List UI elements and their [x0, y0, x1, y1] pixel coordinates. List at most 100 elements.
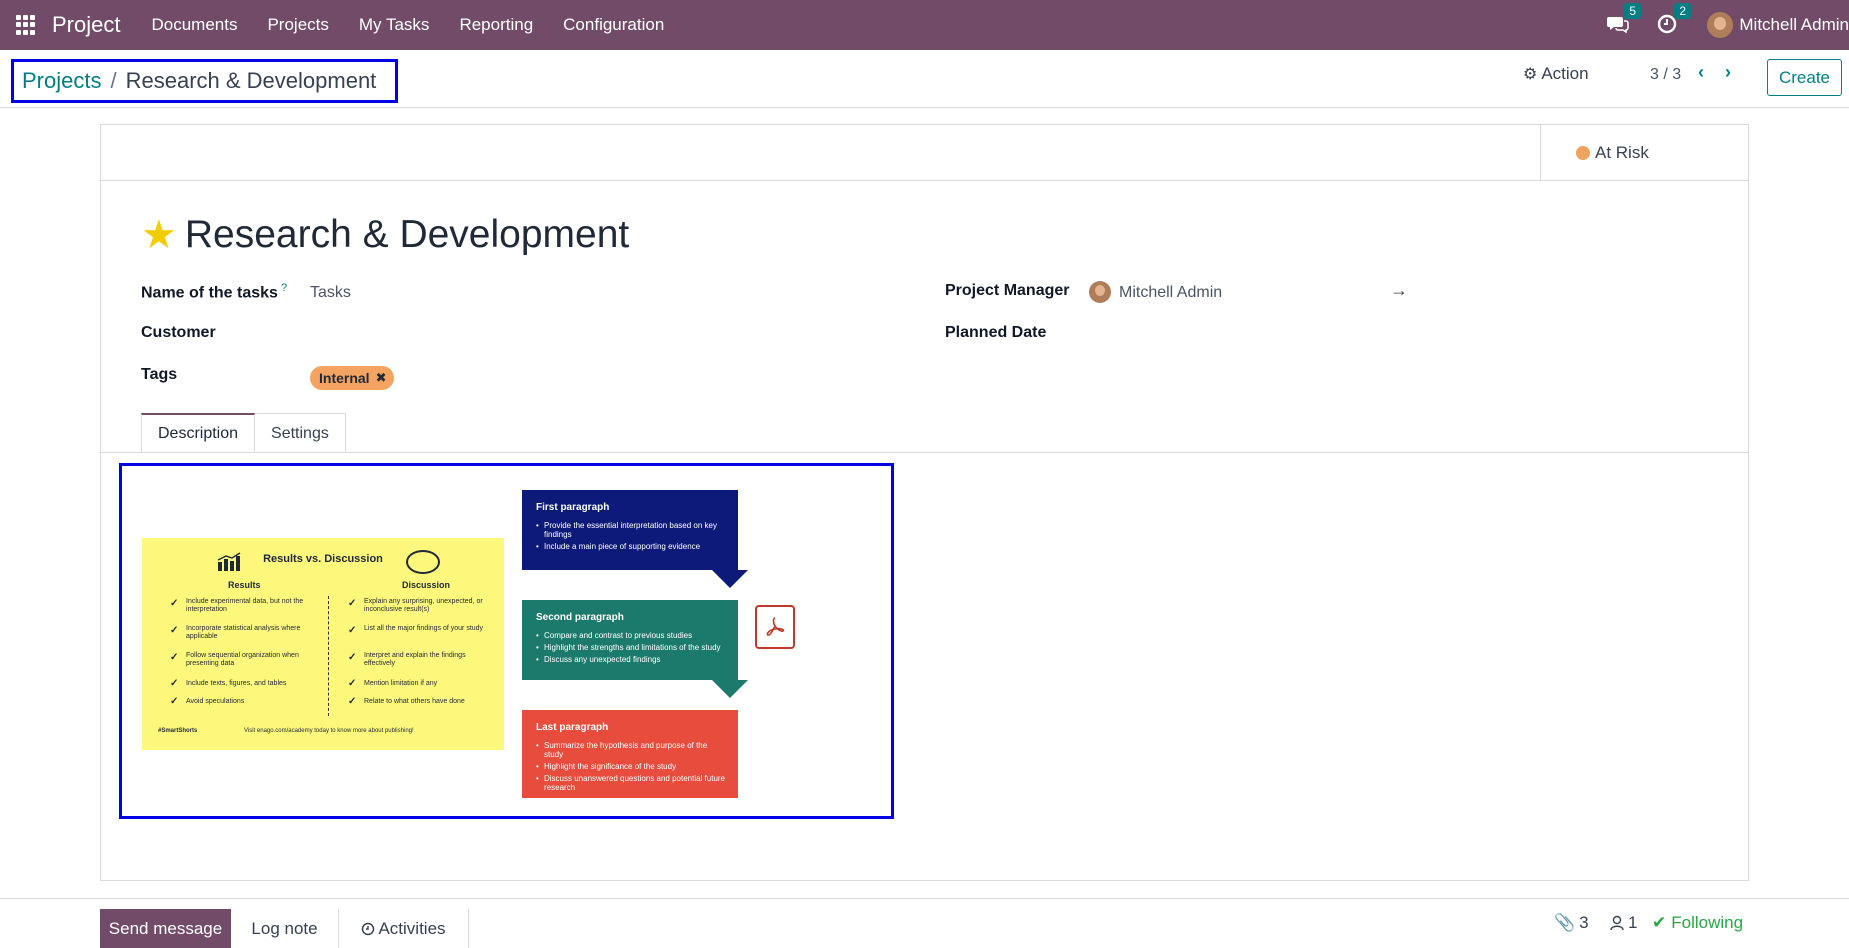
status-label: At Risk — [1595, 142, 1649, 162]
tab-description[interactable]: Description — [141, 413, 256, 453]
results-vs-discussion-infographic: Results vs. Discussion Results Discussio… — [142, 538, 504, 750]
first-paragraph-item: Include a main piece of supporting evide… — [536, 542, 728, 551]
infographic-hashtag: #SmartShorts — [158, 728, 198, 734]
results-header: Results — [228, 580, 261, 590]
pager-next-icon[interactable]: › — [1725, 62, 1731, 83]
messages-button[interactable]: 5 — [1607, 3, 1642, 36]
project-manager-field[interactable]: Mitchell Admin — [1119, 284, 1222, 302]
check-icon: ✓ — [170, 652, 179, 663]
results-item: Include texts, figures, and tables — [186, 680, 287, 687]
last-paragraph-item: Highlight the significance of the study — [536, 762, 728, 771]
pager-previous-icon[interactable]: ‹ — [1698, 62, 1704, 83]
status-selector[interactable]: At Risk — [1540, 125, 1748, 180]
last-paragraph-title: Last paragraph — [536, 722, 609, 733]
check-icon: ✓ — [170, 696, 179, 707]
action-menu-button[interactable]: ⚙ Action — [1523, 64, 1589, 84]
attachments-button[interactable]: 📎 3 — [1554, 913, 1589, 933]
check-icon: ✓ — [170, 678, 179, 689]
record-title[interactable]: Research & Development — [185, 213, 629, 257]
tags-label: Tags — [141, 366, 178, 383]
second-paragraph-item: Compare and contrast to previous studies — [536, 631, 728, 640]
favorite-star-icon[interactable]: ★ — [141, 215, 177, 255]
results-item: Follow sequential organization when pres… — [186, 652, 299, 667]
discussion-item: Explain any surprising, unexpected, or i… — [364, 598, 483, 613]
gear-icon: ⚙ — [1523, 66, 1538, 83]
followers-count: 1 — [1628, 913, 1638, 932]
check-icon: ✓ — [348, 696, 357, 707]
check-icon: ✔ — [1652, 913, 1667, 932]
control-panel: Projects / Research & Development ⚙ Acti… — [0, 50, 1849, 108]
infographic-title: Results vs. Discussion — [263, 553, 383, 565]
second-paragraph-block: Second paragraph Compare and contrast to… — [522, 600, 748, 698]
menu-reporting[interactable]: Reporting — [459, 15, 533, 35]
user-avatar — [1707, 12, 1734, 38]
notebook-tabs: Description Settings — [141, 413, 346, 453]
second-paragraph-item: Discuss any unexpected findings — [536, 655, 728, 664]
tag-remove-icon[interactable]: ✖ — [376, 370, 387, 386]
task-name-label: Name of the tasks? — [141, 282, 287, 302]
planned-date-label: Planned Date — [945, 324, 1047, 341]
down-arrow-icon — [712, 570, 748, 588]
help-tooltip-icon[interactable]: ? — [281, 282, 287, 294]
discussion-header: Discussion — [402, 580, 451, 590]
form-statusbar: At Risk — [101, 125, 1748, 181]
discussion-item: List all the major findings of your stud… — [364, 625, 484, 632]
tab-settings[interactable]: Settings — [255, 413, 346, 453]
customer-field[interactable] — [310, 324, 810, 344]
record-title-row: ★ Research & Development — [141, 213, 629, 257]
project-manager-label: Project Manager — [945, 282, 1070, 299]
menu-configuration[interactable]: Configuration — [563, 15, 664, 35]
apps-menu-icon[interactable] — [16, 15, 36, 35]
description-image[interactable]: Results vs. Discussion Results Discussio… — [119, 463, 894, 819]
task-name-field[interactable]: Tasks — [310, 284, 351, 302]
menu-my-tasks[interactable]: My Tasks — [359, 15, 430, 35]
following-label: Following — [1671, 913, 1744, 932]
activities-label: Activities — [378, 919, 446, 938]
discussion-item: Interpret and explain the findings effec… — [364, 652, 466, 667]
check-icon: ✓ — [348, 598, 357, 609]
navbar-systray: 5 2 Mitchell Admin — [1607, 0, 1849, 50]
messages-count-badge: 5 — [1624, 3, 1642, 19]
customer-label: Customer — [141, 324, 216, 341]
pdf-file-icon[interactable] — [755, 605, 795, 649]
clock-icon — [362, 922, 375, 936]
check-icon: ✓ — [170, 598, 179, 609]
check-icon: ✓ — [348, 678, 357, 689]
top-navbar: Project Documents Projects My Tasks Repo… — [0, 0, 1849, 50]
breadcrumb-projects-link[interactable]: Projects — [22, 68, 101, 94]
task-name-label-text: Name of the tasks — [141, 284, 278, 302]
first-paragraph-title: First paragraph — [536, 502, 610, 513]
discussion-item: Relate to what others have done — [364, 698, 465, 705]
attachments-count: 3 — [1579, 913, 1589, 932]
check-icon: ✓ — [348, 652, 357, 663]
following-button[interactable]: ✔ Following — [1652, 913, 1743, 933]
user-icon — [1610, 915, 1624, 931]
create-button[interactable]: Create — [1767, 59, 1842, 96]
acrobat-icon — [766, 617, 785, 636]
discussion-item: Mention limitation if any — [364, 680, 438, 687]
results-item: Include experimental data, but not the i… — [186, 598, 304, 613]
paperclip-icon: 📎 — [1554, 913, 1576, 932]
send-message-button[interactable]: Send message — [100, 909, 231, 948]
user-name: Mitchell Admin — [1739, 15, 1849, 34]
user-menu[interactable]: Mitchell Admin — [1707, 12, 1849, 38]
status-dot-icon — [1576, 145, 1590, 160]
last-paragraph-item: Discuss unanswered questions and potenti… — [536, 774, 728, 792]
column-divider — [328, 596, 329, 716]
followers-button[interactable]: 1 — [1610, 913, 1637, 933]
form-sheet: At Risk ★ Research & Development Name of… — [100, 124, 1749, 881]
tag-label: Internal — [319, 370, 370, 386]
menu-projects[interactable]: Projects — [267, 15, 328, 35]
activities-button-chatter[interactable]: Activities — [339, 909, 469, 948]
activities-button[interactable]: 2 — [1657, 3, 1692, 36]
infographic-footer-note: Visit enago.com/academy today to know mo… — [244, 728, 414, 734]
last-paragraph-block: Last paragraph Summarize the hypothesis … — [522, 710, 738, 798]
pager-value[interactable]: 3 / 3 — [1650, 66, 1681, 84]
manager-avatar — [1089, 281, 1111, 303]
check-icon: ✓ — [170, 625, 179, 636]
log-note-button[interactable]: Log note — [231, 909, 339, 948]
first-paragraph-item: Provide the essential interpretation bas… — [536, 521, 728, 539]
second-paragraph-title: Second paragraph — [536, 612, 624, 623]
menu-documents[interactable]: Documents — [151, 15, 237, 35]
app-brand[interactable]: Project — [52, 12, 120, 38]
